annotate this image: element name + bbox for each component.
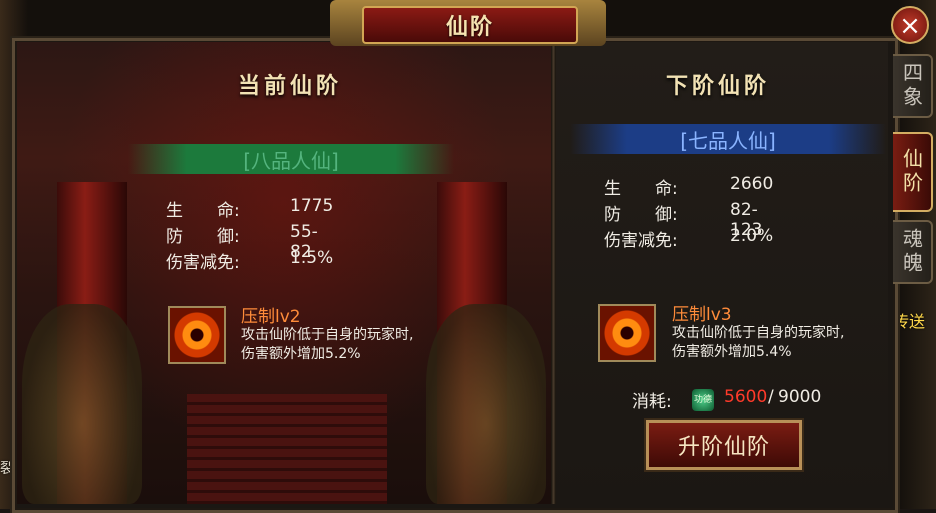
current-skill-desc-line1: 攻击仙阶低于自身的玩家时, bbox=[241, 327, 414, 343]
demon-eye-icon[interactable] bbox=[168, 306, 226, 364]
stat-label: 伤害减免: bbox=[604, 231, 678, 251]
stat-value: 1775 bbox=[290, 196, 334, 216]
stat-label: 生 命: bbox=[166, 201, 240, 221]
close-button[interactable]: × bbox=[891, 6, 929, 44]
next-skill-name: 压制lv3 bbox=[672, 305, 732, 325]
current-rank-banner: [八品人仙] bbox=[128, 144, 454, 174]
cost-current: 5600 bbox=[724, 387, 768, 407]
stat-value: 2.0% bbox=[730, 226, 774, 246]
demon-eye-icon[interactable] bbox=[598, 304, 656, 362]
stat-label: 伤害减免: bbox=[166, 253, 240, 273]
window-title: 仙阶 bbox=[362, 6, 578, 44]
upgrade-rank-button[interactable]: 升阶仙阶 bbox=[646, 420, 802, 470]
cost-label: 消耗: bbox=[632, 392, 672, 412]
tab-sixiang[interactable]: 四象 bbox=[893, 54, 933, 118]
dragon-statue bbox=[22, 304, 142, 504]
tab-hunpo[interactable]: 魂魄 bbox=[893, 220, 933, 284]
current-skill-desc-line2: 伤害额外增加5.2% bbox=[241, 346, 361, 362]
next-skill-desc-line2: 伤害额外增加5.4% bbox=[672, 344, 792, 360]
next-rank-heading: 下阶仙阶 bbox=[666, 73, 771, 99]
stat-label: 防 御: bbox=[166, 227, 240, 247]
stat-label: 生 命: bbox=[604, 179, 678, 199]
next-rank-banner: [七品人仙] bbox=[570, 124, 886, 154]
next-skill-desc-line1: 攻击仙阶低于自身的玩家时, bbox=[672, 325, 845, 341]
cost-required: 9000 bbox=[778, 387, 822, 407]
palace-stairs bbox=[187, 394, 387, 504]
current-rank-panel bbox=[17, 42, 551, 504]
cost-separator: / bbox=[768, 387, 774, 407]
stat-label: 防 御: bbox=[604, 205, 678, 225]
current-skill-name: 压制lv2 bbox=[241, 307, 301, 327]
stat-value: 2660 bbox=[730, 174, 774, 194]
tab-xianjie[interactable]: 仙阶 bbox=[893, 132, 933, 212]
current-rank-heading: 当前仙阶 bbox=[238, 73, 343, 99]
jade-stone-icon[interactable]: 功德 bbox=[692, 389, 714, 411]
stat-value: 1.5% bbox=[290, 248, 334, 268]
